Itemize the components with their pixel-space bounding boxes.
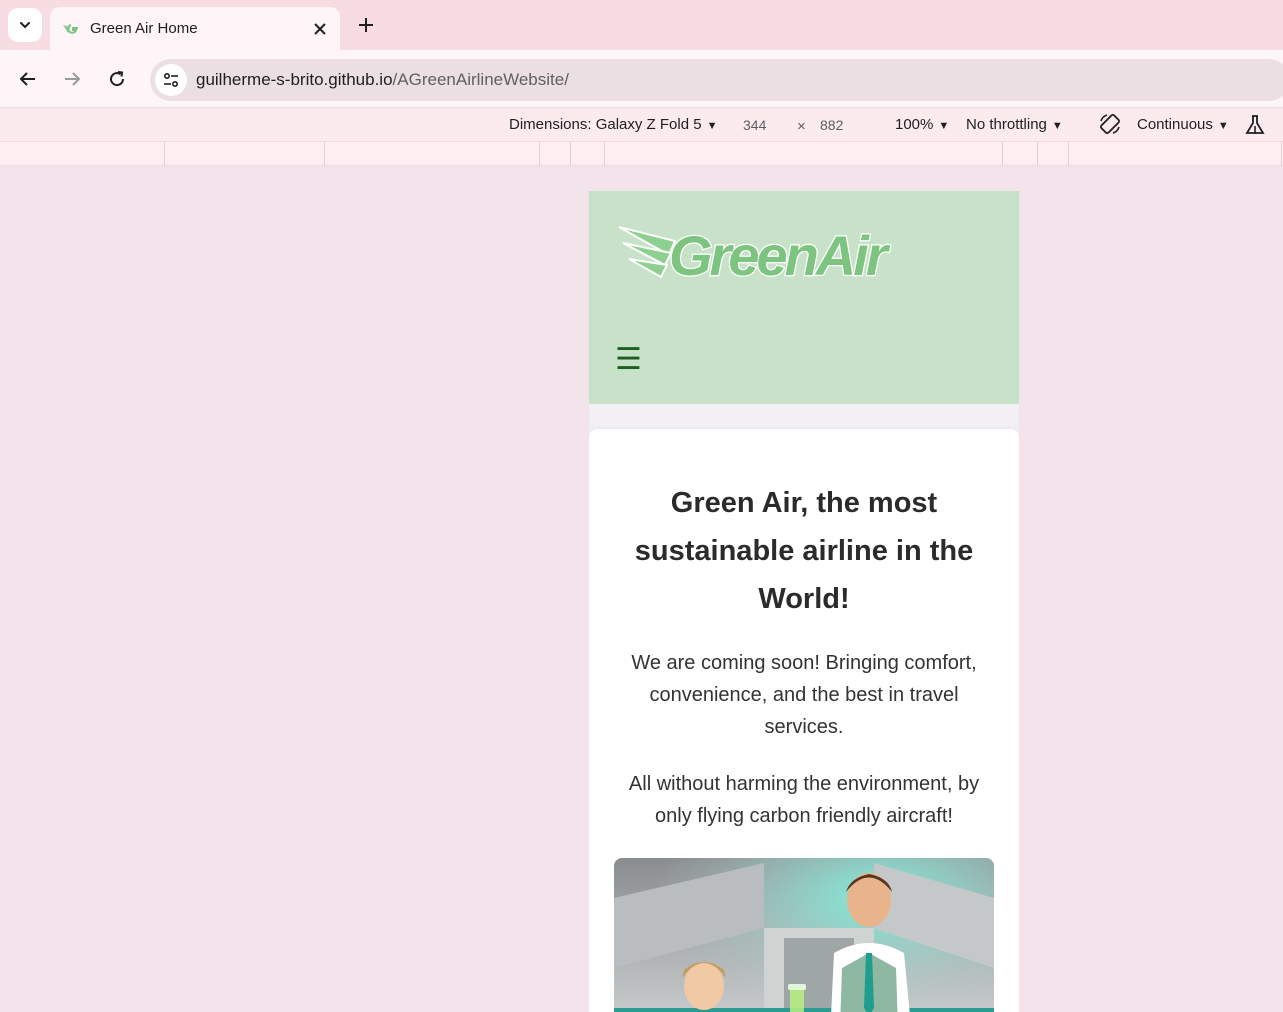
menu-button[interactable]: ☰ bbox=[615, 345, 642, 375]
forward-button[interactable] bbox=[57, 64, 87, 94]
active-tab[interactable]: Green Air Home bbox=[50, 7, 340, 50]
reload-button[interactable] bbox=[102, 64, 132, 94]
logo-text: GreenAir bbox=[669, 224, 891, 287]
url-text[interactable]: guilherme-s-brito.github.io/AGreenAirlin… bbox=[196, 70, 569, 90]
tab-search-button[interactable] bbox=[8, 8, 42, 42]
dimensions-dropdown[interactable]: Dimensions: Galaxy Z Fold 5 ▼ bbox=[509, 116, 717, 133]
ruler-segment[interactable] bbox=[1281, 142, 1282, 166]
ruler-segment[interactable] bbox=[324, 142, 325, 166]
hero-title: Green Air, the most sustainable airline … bbox=[634, 487, 974, 615]
throttling-label: No throttling bbox=[966, 116, 1047, 133]
cabin-crew-illustration bbox=[614, 858, 994, 1012]
close-tab-button[interactable] bbox=[308, 17, 332, 41]
zoom-label: 100% bbox=[895, 116, 934, 133]
flask-icon bbox=[1245, 115, 1265, 134]
caret-down-icon: ▼ bbox=[706, 120, 718, 132]
green-wing-icon bbox=[63, 23, 78, 34]
tab-strip: Green Air Home bbox=[0, 0, 1283, 50]
greenair-logo[interactable]: GreenAir bbox=[617, 219, 897, 291]
tab-title: Green Air Home bbox=[90, 20, 198, 37]
times-symbol: × bbox=[797, 118, 806, 135]
mode-dropdown[interactable]: Continuous ▼ bbox=[1137, 116, 1229, 133]
rotate-button[interactable] bbox=[1098, 112, 1122, 140]
experiments-button[interactable] bbox=[1244, 114, 1266, 140]
arrow-left-icon bbox=[19, 72, 35, 86]
device-toolbar: Dimensions: Galaxy Z Fold 5 ▼ 344 × 882 1… bbox=[0, 108, 1283, 141]
mode-label: Continuous bbox=[1137, 116, 1213, 133]
close-icon bbox=[314, 22, 326, 35]
environment-paragraph: All without harming the environment, by … bbox=[628, 773, 980, 827]
caret-down-icon: ▼ bbox=[938, 120, 950, 132]
caret-down-icon: ▼ bbox=[1217, 120, 1229, 132]
address-bar[interactable]: guilherme-s-brito.github.io/AGreenAirlin… bbox=[150, 59, 1283, 101]
rotate-icon bbox=[1100, 114, 1120, 134]
intro-paragraph: We are coming soon! Bringing comfort, co… bbox=[631, 652, 977, 738]
throttling-dropdown[interactable]: No throttling ▼ bbox=[966, 116, 1063, 133]
arrow-right-icon bbox=[65, 72, 81, 86]
zoom-dropdown[interactable]: 100% ▼ bbox=[895, 116, 949, 133]
url-path: /AGreenAirlineWebsite/ bbox=[392, 70, 569, 89]
ruler-segment[interactable] bbox=[570, 142, 571, 166]
back-button[interactable] bbox=[13, 64, 43, 94]
ruler-segment[interactable] bbox=[164, 142, 165, 166]
caret-down-icon: ▼ bbox=[1051, 120, 1063, 132]
dimensions-label: Dimensions: Galaxy Z Fold 5 bbox=[509, 116, 702, 133]
hero-card: Green Air, the most sustainable airline … bbox=[589, 429, 1019, 1012]
new-tab-button[interactable] bbox=[352, 11, 380, 39]
width-input[interactable]: 344 bbox=[743, 117, 766, 133]
height-input[interactable]: 882 bbox=[820, 117, 843, 133]
cabin-crew-photo bbox=[614, 858, 994, 1012]
plus-icon bbox=[359, 18, 373, 32]
reload-icon bbox=[110, 71, 125, 87]
tune-icon bbox=[163, 72, 179, 88]
ruler-segment[interactable] bbox=[1002, 142, 1003, 166]
site-header: GreenAir ☰ bbox=[589, 191, 1019, 404]
device-viewport: GreenAir ☰ Green Air, the most sustainab… bbox=[589, 191, 1019, 1012]
ruler-segment[interactable] bbox=[539, 142, 540, 166]
ruler-segment[interactable] bbox=[1037, 142, 1038, 166]
ruler-segment[interactable] bbox=[604, 142, 605, 166]
ruler-segment[interactable] bbox=[1068, 142, 1069, 166]
site-info-button[interactable] bbox=[155, 64, 187, 96]
browser-toolbar: guilherme-s-brito.github.io/AGreenAirlin… bbox=[0, 50, 1283, 108]
url-domain: guilherme-s-brito.github.io bbox=[196, 70, 393, 89]
media-query-ruler[interactable] bbox=[0, 141, 1283, 166]
chevron-down-icon bbox=[20, 22, 30, 29]
